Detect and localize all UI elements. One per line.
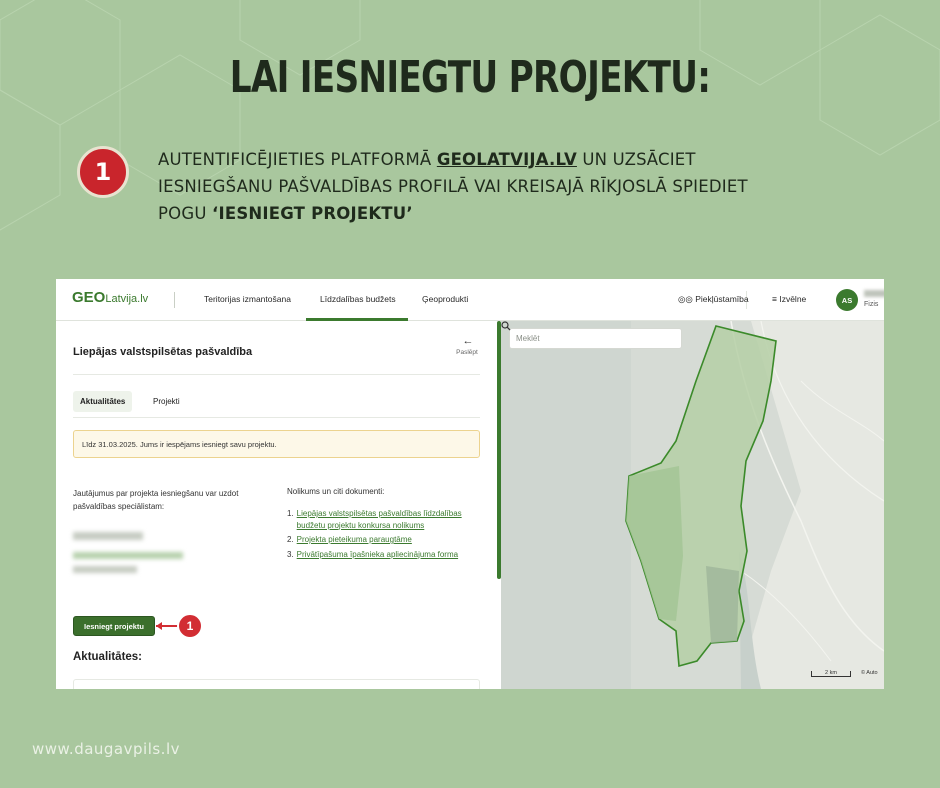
doc-link[interactable]: Privātīpašuma īpašnieka apliecinājuma fo…: [297, 549, 458, 561]
avatar[interactable]: AS: [836, 289, 858, 311]
hide-panel-label[interactable]: Paslēpt: [452, 349, 482, 356]
contact-text: Jautājumus par projekta iesniegšanu var …: [73, 489, 239, 511]
docs-title: Nolikums un citi dokumenti:: [287, 487, 385, 496]
doc-link[interactable]: Projekta pieteikuma paraugtāme: [297, 534, 412, 546]
accessibility-button[interactable]: ◎◎ Piekļūstamība: [678, 294, 749, 305]
screenshot-frame: GEOLatvija.lv Teritorijas izmantošana Lī…: [56, 279, 884, 689]
deadline-notice: Līdz 31.03.2025. Jums ir iespējams iesni…: [73, 430, 480, 458]
accessibility-label: Piekļūstamība: [695, 294, 749, 304]
map-view[interactable]: Meklēt 2 km © Auto: [501, 321, 884, 689]
submit-project-button[interactable]: Iesniegt projektu: [73, 616, 155, 636]
footer-url[interactable]: www.daugavpils.lv: [32, 740, 180, 758]
logo-latvija: Latvija.lv: [105, 293, 149, 305]
tab-aktualitates[interactable]: Aktualitātes: [73, 391, 133, 412]
contact-name-blurred: [73, 532, 143, 540]
contact-email-blurred: [73, 552, 183, 559]
instruction-text-1: AUTENTIFICĒJIETIES PLATFORMĀ: [158, 150, 437, 169]
list-item: 1. Liepājas valstspilsētas pašvaldības lī…: [287, 508, 477, 531]
user-type: Fizis: [864, 301, 879, 308]
divider: [174, 292, 175, 308]
geolatvija-logo[interactable]: GEOLatvija.lv: [72, 289, 148, 306]
nav-geoprodukti[interactable]: Ģeoprodukti: [422, 294, 468, 304]
step-instruction: AUTENTIFICĒJIETIES PLATFORMĀ GEOLATVIJA.…: [158, 146, 778, 227]
list-item: 2. Projekta pieteikuma paraugtāme: [287, 534, 477, 546]
search-icon[interactable]: [501, 321, 511, 331]
map-scale-bar: 2 km: [811, 670, 851, 677]
arrow-left-icon[interactable]: ←: [454, 335, 482, 347]
doc-number: 3.: [287, 549, 294, 559]
top-navigation-bar: GEOLatvija.lv Teritorijas izmantošana Lī…: [56, 279, 884, 321]
tab-projekti[interactable]: Projekti: [146, 391, 187, 412]
callout-arrowhead: [156, 622, 162, 630]
doc-link[interactable]: Liepājas valstspilsētas pašvaldības līdz…: [297, 508, 477, 531]
geolatvija-link[interactable]: GEOLATVIJA.LV: [437, 150, 577, 169]
nav-lidzdalibas-budzets[interactable]: Līdzdalības budžets: [320, 294, 396, 304]
nav-teritorijas[interactable]: Teritorijas izmantošana: [204, 294, 291, 304]
map-attribution: © Auto: [861, 670, 878, 676]
side-panel: Liepājas valstspilsētas pašvaldība ← Pas…: [56, 321, 496, 689]
list-item: 3. Privātīpašuma īpašnieka apliecinājuma …: [287, 549, 477, 561]
menu-button[interactable]: ≡ Izvēlne: [772, 294, 806, 304]
menu-label: Izvēlne: [779, 294, 807, 304]
divider: [73, 374, 480, 375]
contact-phone-blurred: [73, 566, 137, 573]
user-name-blurred: [864, 290, 884, 297]
callout-number-badge: 1: [177, 613, 203, 639]
logo-geo: GEO: [72, 289, 106, 306]
documents-list: 1. Liepājas valstspilsētas pašvaldības lī…: [287, 508, 477, 563]
doc-number: 1.: [287, 509, 294, 518]
divider: [73, 417, 480, 418]
step-number-badge: 1: [77, 146, 129, 198]
news-card[interactable]: [73, 679, 480, 689]
hamburger-icon: ≡: [772, 294, 777, 304]
map-canvas: [501, 321, 884, 689]
instruction-button-name: ‘IESNIEGT PROJEKTU’: [212, 204, 413, 223]
map-search-input[interactable]: Meklēt: [509, 328, 682, 349]
doc-number: 2.: [287, 535, 294, 544]
news-heading: Aktualitātes:: [73, 651, 143, 663]
page-title: LAI IESNIEGTU PROJEKTU:: [229, 52, 711, 103]
glasses-icon: ◎◎: [678, 294, 693, 304]
municipality-title: Liepājas valstspilsētas pašvaldība: [73, 346, 253, 358]
